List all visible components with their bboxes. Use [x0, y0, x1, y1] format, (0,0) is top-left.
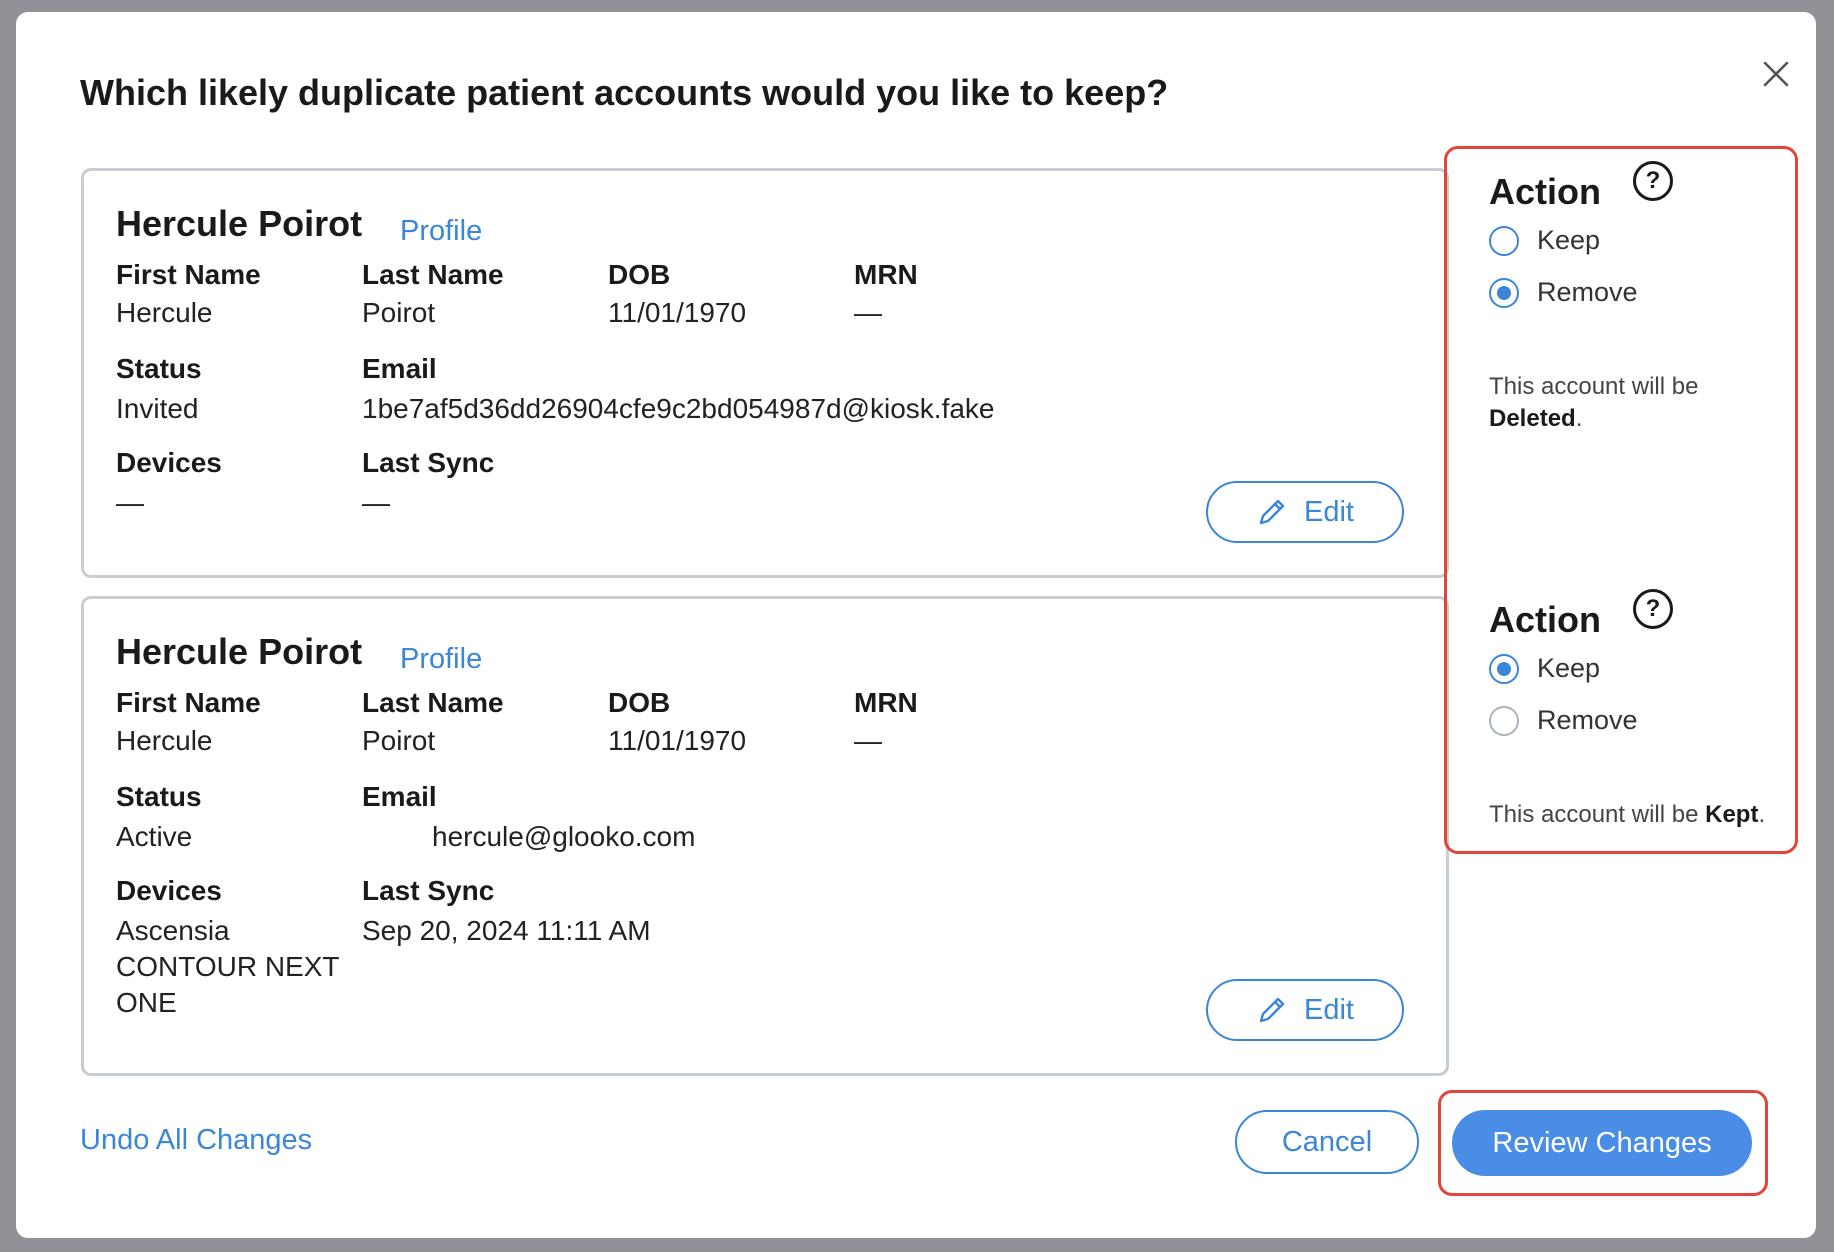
last-sync-label: Last Sync [362, 447, 495, 478]
remove-label: Remove [1537, 705, 1638, 735]
devices-label: Devices [116, 447, 222, 478]
edit-label: Edit [1304, 495, 1354, 528]
profile-link[interactable]: Profile [400, 643, 482, 676]
dob-value: 11/01/1970 [608, 297, 747, 328]
email-value: hercule@glooko.com [432, 821, 696, 852]
dialog-title: Which likely duplicate patient accounts … [80, 72, 1169, 113]
dob-label: DOB [608, 259, 671, 290]
first-name-value: Hercule [116, 725, 213, 756]
profile-link[interactable]: Profile [400, 215, 482, 248]
account-card: Hercule Poirot Profile First Name Last N… [81, 596, 1449, 1076]
last-sync-value: — [362, 487, 390, 518]
status-value: Active [116, 821, 193, 852]
mrn-value: — [854, 297, 882, 328]
remove-label: Remove [1537, 277, 1638, 307]
keep-radio[interactable] [1489, 225, 1519, 256]
remove-radio[interactable] [1489, 277, 1519, 308]
edit-button[interactable]: Edit [1206, 481, 1404, 543]
mrn-label: MRN [854, 259, 918, 290]
cancel-button[interactable]: Cancel [1235, 1110, 1419, 1174]
duplicate-accounts-dialog: Which likely duplicate patient accounts … [16, 12, 1816, 1238]
action-title: Action [1489, 171, 1601, 212]
account-card: Hercule Poirot Profile First Name Last N… [81, 168, 1449, 578]
help-icon[interactable]: ? [1633, 589, 1673, 629]
devices-label: Devices [116, 875, 222, 906]
close-icon [1763, 61, 1789, 87]
review-changes-button[interactable]: Review Changes [1452, 1110, 1752, 1176]
keep-label: Keep [1537, 225, 1601, 255]
email-value: 1be7af5d36dd26904cfe9c2bd054987d@kiosk.f… [362, 393, 995, 424]
devices-value: Ascensia CONTOUR NEXT ONE [116, 915, 339, 1018]
undo-all-changes-link[interactable]: Undo All Changes [80, 1124, 312, 1157]
mrn-label: MRN [854, 687, 918, 718]
patient-name: Hercule Poirot [116, 631, 363, 672]
remove-option[interactable]: Remove [1489, 705, 1638, 736]
pencil-icon [1259, 997, 1285, 1023]
status-label: Status [116, 781, 202, 812]
dob-value: 11/01/1970 [608, 725, 747, 756]
email-label: Email [362, 781, 437, 812]
last-name-value: Poirot [362, 725, 436, 756]
keep-option[interactable]: Keep [1489, 225, 1600, 256]
status-value: Invited [116, 393, 199, 424]
last-name-label: Last Name [362, 259, 504, 290]
account-outcome-note: This account will be Kept. [1489, 801, 1766, 828]
patient-name: Hercule Poirot [116, 203, 363, 244]
last-name-label: Last Name [362, 687, 504, 718]
edit-label: Edit [1304, 993, 1354, 1026]
note-result: Kept [1705, 801, 1759, 828]
edit-button[interactable]: Edit [1206, 979, 1404, 1041]
last-name-value: Poirot [362, 297, 436, 328]
mrn-value: — [854, 725, 882, 756]
keep-radio[interactable] [1489, 653, 1519, 684]
note-prefix: This account will be [1489, 373, 1699, 400]
last-sync-label: Last Sync [362, 875, 495, 906]
remove-option[interactable]: Remove [1489, 277, 1638, 308]
dob-label: DOB [608, 687, 671, 718]
action-panel: Action ? Keep Remove This account will b… [1444, 146, 1798, 854]
first-name-value: Hercule [116, 297, 213, 328]
last-sync-value: Sep 20, 2024 11:11 AM [362, 915, 651, 946]
devices-value: — [116, 487, 144, 518]
account-outcome-note: This account will be Deleted. [1489, 373, 1699, 432]
first-name-label: First Name [116, 687, 261, 718]
remove-radio[interactable] [1489, 705, 1519, 736]
first-name-label: First Name [116, 259, 261, 290]
note-prefix: This account will be [1489, 801, 1699, 828]
pencil-icon [1259, 499, 1285, 525]
note-result: Deleted [1489, 405, 1576, 432]
close-button[interactable] [1748, 46, 1804, 102]
email-label: Email [362, 353, 437, 384]
action-title: Action [1489, 599, 1601, 640]
help-icon[interactable]: ? [1633, 161, 1673, 201]
keep-option[interactable]: Keep [1489, 653, 1600, 684]
status-label: Status [116, 353, 202, 384]
keep-label: Keep [1537, 653, 1601, 683]
